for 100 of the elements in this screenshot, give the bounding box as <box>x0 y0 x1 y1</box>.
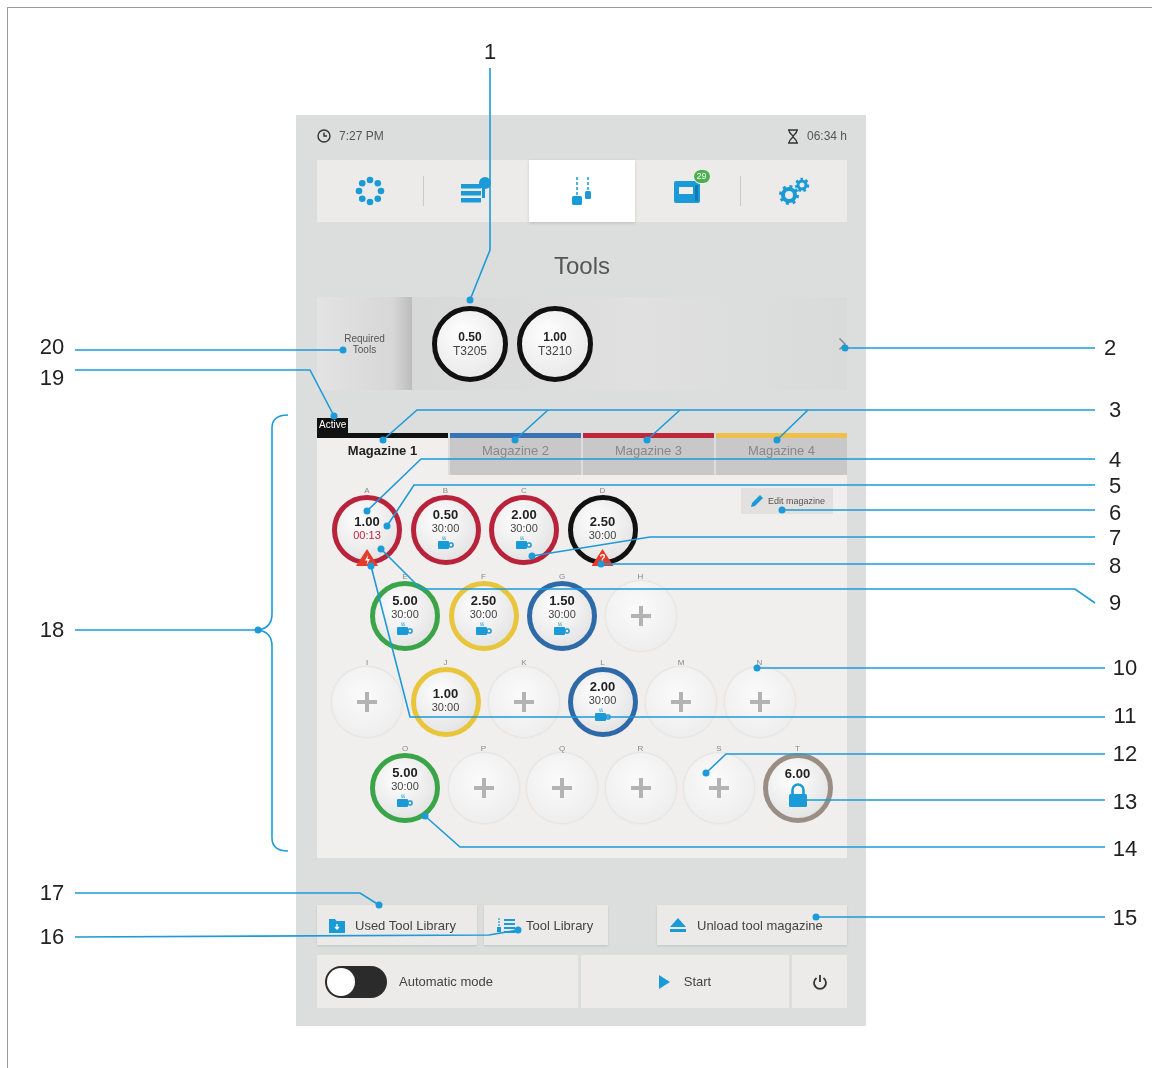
tool-life-time: 30:00 <box>469 608 498 621</box>
plus-icon <box>513 691 535 713</box>
hourglass-icon <box>786 128 799 144</box>
plus-icon <box>670 691 692 713</box>
action-button[interactable]: Tool Library <box>484 905 608 945</box>
plus-icon <box>748 691 771 713</box>
callout-number: 11 <box>1113 705 1137 727</box>
tool-diameter: 1.00 <box>354 514 380 529</box>
empty-slot[interactable] <box>605 753 676 823</box>
callout-number: 12 <box>1112 743 1138 765</box>
tool-slot[interactable]: 2.00 30:00 <box>489 495 559 565</box>
tool-diameter: 2.00 <box>511 507 537 522</box>
slot-letter: G <box>558 571 566 583</box>
callout-number: 5 <box>1108 475 1122 497</box>
plus-icon <box>708 777 730 799</box>
slot-letter: F <box>481 571 486 583</box>
tool-diameter: 1.00 <box>543 329 567 344</box>
folder-icon <box>329 917 345 933</box>
callout-number: 13 <box>1112 791 1138 813</box>
tool-slot[interactable]: 2.00 30:00 <box>567 667 638 737</box>
empty-slot[interactable] <box>332 667 402 737</box>
tool-slot[interactable]: 5.00 30:00 <box>370 753 440 823</box>
plus-icon <box>551 777 573 799</box>
power-button[interactable] <box>792 955 847 1008</box>
slot-letter: B <box>442 485 449 497</box>
required-tools-label: Required Tools <box>317 297 412 390</box>
pencil-icon <box>748 493 765 509</box>
plus-icon <box>472 777 495 799</box>
automatic-mode-label: Automatic mode <box>399 974 493 989</box>
eject-icon <box>669 917 687 933</box>
empty-slot[interactable] <box>448 753 519 823</box>
clock-time: 7:27 PM <box>339 129 384 143</box>
callout-number: 14 <box>1112 838 1138 860</box>
tool-diameter: 5.00 <box>392 593 418 608</box>
tool-diameter: 0.50 <box>432 507 459 522</box>
tool-life-time: 30:00 <box>431 522 460 535</box>
callout-number: 4 <box>1108 449 1122 471</box>
tool-slot[interactable]: 6.00 <box>762 753 833 823</box>
tool-life-time: 30:00 <box>510 522 538 535</box>
slot-letter: R <box>637 743 644 755</box>
empty-slot[interactable] <box>527 753 597 823</box>
tool-number: T3210 <box>538 343 572 358</box>
tool-life-time: 30:00 <box>431 701 460 714</box>
slot-letter: A <box>364 485 370 497</box>
play-icon <box>658 974 670 989</box>
tool-diameter: 1.00 <box>432 686 459 701</box>
callout-number: 6 <box>1108 502 1122 524</box>
tool-slot[interactable]: 1.50 30:00 <box>527 581 597 651</box>
action-button[interactable]: Used Tool Library <box>317 905 477 945</box>
slot-letter: P <box>480 743 487 755</box>
start-button[interactable]: Start <box>581 955 789 1008</box>
empty-slot[interactable] <box>489 667 559 737</box>
edit-magazine-button[interactable]: Edit magazine <box>740 488 833 514</box>
empty-slot[interactable] <box>724 667 795 737</box>
slot-letter: Q <box>558 743 566 755</box>
slot-letter: M <box>677 657 685 669</box>
empty-slot[interactable] <box>646 667 716 737</box>
slot-letter: J <box>443 657 448 669</box>
slot-letter: D <box>599 485 606 497</box>
chevron-right-icon[interactable] <box>838 336 847 351</box>
slot-letter: O <box>401 743 409 755</box>
slot-letter: T <box>795 743 800 755</box>
plus-icon <box>629 777 652 799</box>
remaining-time: 06:34 h <box>806 129 847 143</box>
action-button[interactable]: Unload tool magazine <box>657 905 847 945</box>
tool-life-time: 30:00 <box>391 608 419 621</box>
empty-slot[interactable] <box>684 753 754 823</box>
plus-icon <box>629 605 652 627</box>
callout-number: 3 <box>1108 399 1122 421</box>
slot-letter: K <box>521 657 527 669</box>
slot-letter: S <box>716 743 722 755</box>
tool-diameter: 2.50 <box>470 593 497 608</box>
callout-number: 9 <box>1108 592 1122 614</box>
callout-number: 7 <box>1108 527 1122 549</box>
required-tool[interactable]: 0.50 T3205 <box>432 305 508 382</box>
tool-life-time: 30:00 <box>588 529 617 542</box>
tool-life-time: 30:00 <box>588 694 617 707</box>
tool-diameter: 6.00 <box>784 765 811 781</box>
slot-letter: N <box>756 657 763 669</box>
tool-diameter: 2.00 <box>589 679 616 694</box>
tool-diameter: 2.50 <box>589 514 616 529</box>
tool-diameter: 5.00 <box>392 765 418 780</box>
tool-life-time: 30:00 <box>548 608 576 621</box>
magazine-tab[interactable]: Magazine 1 <box>317 433 448 475</box>
nav-tab[interactable] <box>529 160 635 222</box>
tool-slot[interactable]: 1.00 30:00 <box>410 667 481 737</box>
callout-number: 2 <box>1103 337 1117 359</box>
automatic-mode-toggle[interactable] <box>325 965 387 998</box>
tool-slot[interactable]: 2.50 30:00 <box>448 581 519 651</box>
required-tool[interactable]: 1.00 T3210 <box>517 305 593 382</box>
callout-number: 1 <box>483 41 497 63</box>
slot-letter: L <box>600 657 605 669</box>
dot-ring-icon <box>354 176 385 206</box>
tool-slot[interactable]: 0.50 30:00 <box>410 495 481 565</box>
tool-life-time: 00:13 <box>353 529 381 542</box>
power-icon <box>811 973 828 990</box>
tool-number: T3205 <box>453 343 487 358</box>
tool-slot[interactable]: 5.00 30:00 <box>370 581 440 651</box>
tool-slot[interactable]: 1.00 00:13 <box>332 495 402 565</box>
empty-slot[interactable] <box>605 581 676 651</box>
